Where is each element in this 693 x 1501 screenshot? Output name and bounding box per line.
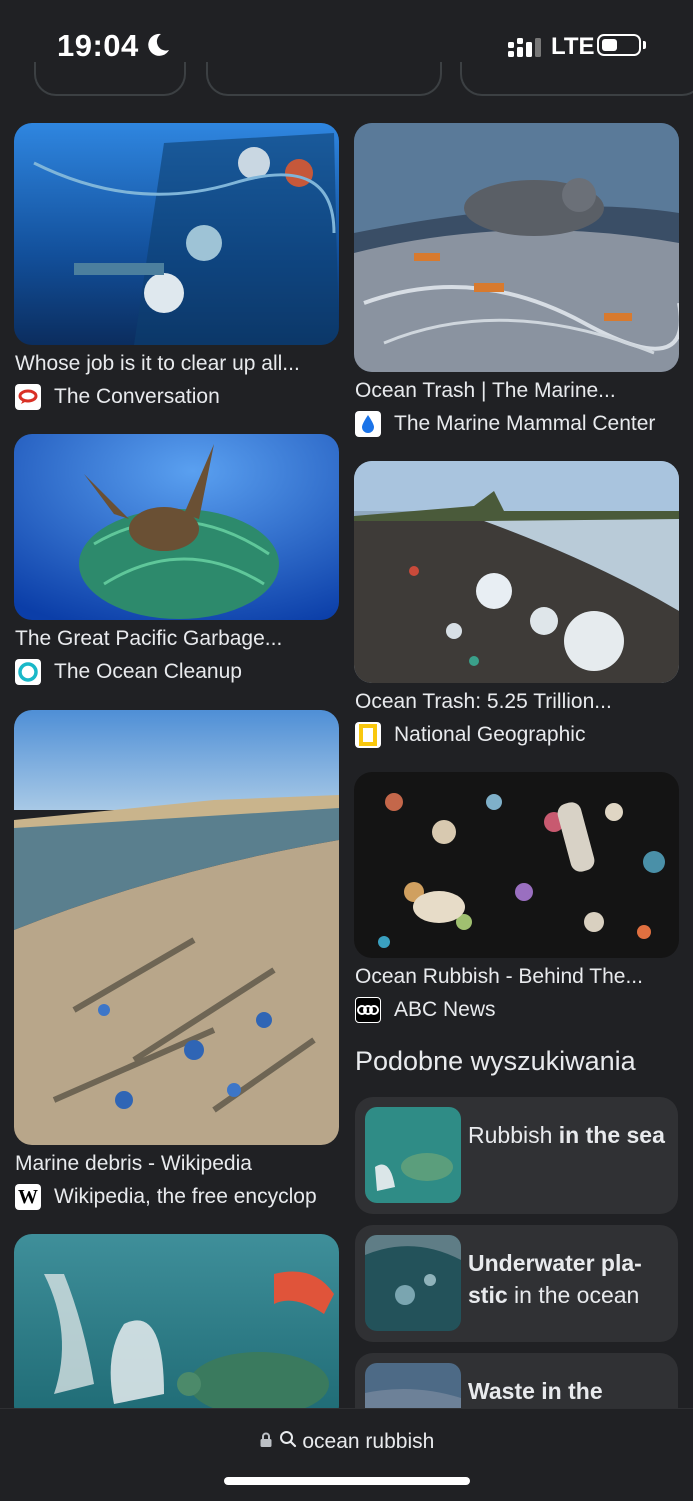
battery-icon bbox=[597, 34, 641, 56]
yellow-frame-icon bbox=[355, 722, 381, 748]
result-source[interactable]: W Wikipedia, the free encyclop bbox=[15, 1184, 337, 1210]
moon-icon bbox=[148, 33, 169, 56]
related-search-text[interactable]: Waste in the bbox=[468, 1375, 673, 1407]
result-source[interactable]: The Marine Mammal Center bbox=[355, 411, 677, 437]
result-source[interactable]: ABC News bbox=[355, 997, 677, 1023]
related-thumbnail bbox=[365, 1235, 461, 1331]
filter-chip[interactable] bbox=[460, 62, 693, 96]
related-search-item[interactable]: Underwater pla-stic in the ocean bbox=[355, 1225, 678, 1342]
result-source[interactable]: National Geographic bbox=[355, 722, 677, 748]
result-image[interactable] bbox=[14, 434, 339, 620]
result-image[interactable] bbox=[14, 123, 339, 345]
related-thumbnail bbox=[365, 1107, 461, 1203]
home-indicator[interactable] bbox=[224, 1477, 470, 1485]
result-source[interactable]: The Conversation bbox=[15, 384, 337, 410]
filter-chip[interactable] bbox=[206, 62, 442, 96]
result-image[interactable] bbox=[354, 772, 679, 958]
result-image[interactable] bbox=[354, 461, 679, 683]
result-image[interactable] bbox=[14, 710, 339, 1145]
result-title[interactable]: Marine debris - Wikipedia bbox=[15, 1152, 337, 1176]
result-title[interactable]: Ocean Trash | The Marine... bbox=[355, 379, 677, 403]
search-query: ocean rubbish bbox=[302, 1430, 435, 1453]
wikipedia-icon: W bbox=[15, 1184, 41, 1210]
source-name: The Ocean Cleanup bbox=[54, 660, 242, 683]
source-name: The Marine Mammal Center bbox=[394, 412, 656, 435]
filter-chip[interactable] bbox=[34, 62, 186, 96]
address-bar[interactable] bbox=[0, 1408, 693, 1501]
result-title[interactable]: Ocean Rubbish - Behind The... bbox=[355, 965, 677, 989]
ring-icon bbox=[15, 659, 41, 685]
related-search-text[interactable]: Underwater pla-stic in the ocean bbox=[468, 1247, 673, 1311]
result-title[interactable]: The Great Pacific Garbage... bbox=[15, 627, 337, 651]
result-source[interactable]: The Ocean Cleanup bbox=[15, 659, 337, 685]
clock: 19:04 bbox=[57, 28, 139, 63]
related-searches-heading: Podobne wyszukiwania bbox=[355, 1046, 636, 1076]
lock-icon bbox=[259, 1430, 273, 1454]
droplet-icon bbox=[355, 411, 381, 437]
related-search-text[interactable]: Rubbish in the sea bbox=[468, 1119, 673, 1151]
search-icon bbox=[279, 1430, 297, 1454]
network-label: LTE bbox=[551, 33, 595, 60]
result-image[interactable] bbox=[354, 123, 679, 372]
signal-icon bbox=[508, 38, 541, 57]
source-name: ABC News bbox=[394, 998, 496, 1021]
conversation-icon bbox=[15, 384, 41, 410]
result-image[interactable] bbox=[14, 1234, 339, 1424]
address-bar-text[interactable]: ocean rubbish bbox=[0, 1430, 693, 1454]
abc-icon bbox=[355, 997, 381, 1023]
source-name: Wikipedia, the free encyclop bbox=[54, 1185, 317, 1208]
result-title[interactable]: Ocean Trash: 5.25 Trillion... bbox=[355, 690, 677, 714]
related-search-item[interactable]: Rubbish in the sea bbox=[355, 1097, 678, 1214]
source-name: National Geographic bbox=[394, 723, 586, 746]
source-name: The Conversation bbox=[54, 385, 220, 408]
result-title[interactable]: Whose job is it to clear up all... bbox=[15, 352, 337, 376]
